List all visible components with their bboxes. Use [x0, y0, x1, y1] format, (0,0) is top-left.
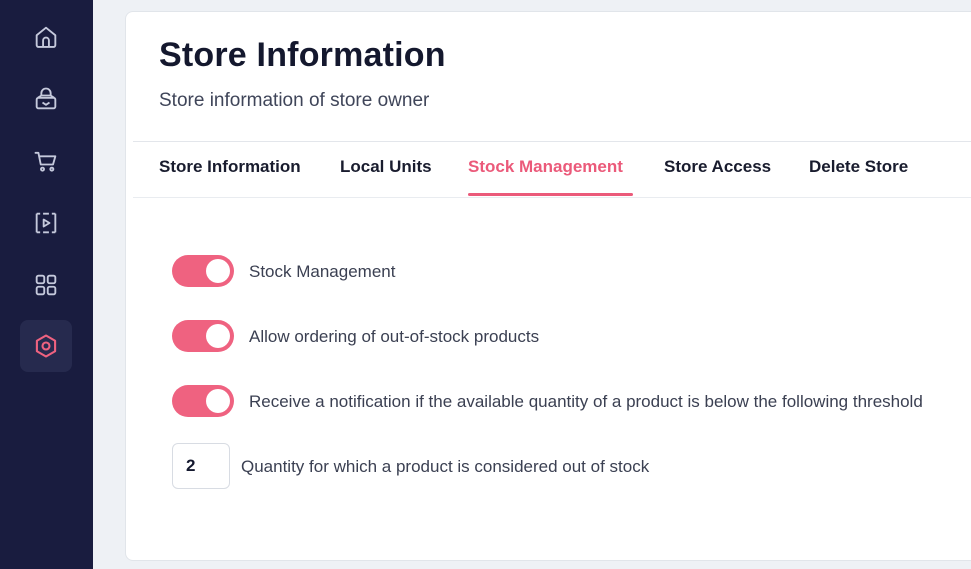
- sidebar-item-orders[interactable]: [20, 135, 72, 187]
- low-stock-notification-label: Receive a notification if the available …: [249, 392, 923, 411]
- page-title: Store Information: [159, 36, 446, 74]
- tab-store-access[interactable]: Store Access: [664, 157, 771, 177]
- low-stock-notification-toggle[interactable]: [172, 385, 234, 417]
- sidebar-item-home[interactable]: [20, 11, 72, 63]
- media-icon: [35, 212, 57, 234]
- tab-stock-management[interactable]: Stock Management: [468, 157, 623, 177]
- sidebar-item-apps[interactable]: [20, 259, 72, 311]
- toggle-knob: [206, 389, 230, 413]
- toggle-knob: [206, 324, 230, 348]
- out-of-stock-quantity-label: Quantity for which a product is consider…: [241, 457, 650, 476]
- stock-management-label: Stock Management: [249, 262, 396, 281]
- toggle-knob: [206, 259, 230, 283]
- stock-management-toggle[interactable]: [172, 255, 234, 287]
- sidebar: [0, 0, 93, 569]
- tab-store-information[interactable]: Store Information: [159, 157, 301, 177]
- store-settings-card: Store Information Store information of s…: [125, 11, 971, 561]
- settings-hexagon-icon: [35, 334, 57, 358]
- allow-out-of-stock-ordering-label: Allow ordering of out-of-stock products: [249, 327, 540, 346]
- shopping-bag-icon: [35, 87, 57, 110]
- tabs-divider-bottom: [133, 197, 971, 198]
- grid-icon: [35, 274, 57, 296]
- sidebar-item-settings[interactable]: [20, 320, 72, 372]
- tab-delete-store[interactable]: Delete Store: [809, 157, 908, 177]
- sidebar-item-media[interactable]: [20, 197, 72, 249]
- cart-icon: [34, 151, 57, 172]
- active-tab-indicator: [468, 193, 633, 196]
- sidebar-item-products[interactable]: [20, 73, 72, 125]
- allow-out-of-stock-ordering-toggle[interactable]: [172, 320, 234, 352]
- home-icon: [35, 26, 57, 48]
- tabs-divider-top: [133, 141, 971, 142]
- out-of-stock-quantity-input[interactable]: [172, 443, 230, 489]
- page-subtitle: Store information of store owner: [159, 90, 430, 111]
- tab-local-units[interactable]: Local Units: [340, 157, 432, 177]
